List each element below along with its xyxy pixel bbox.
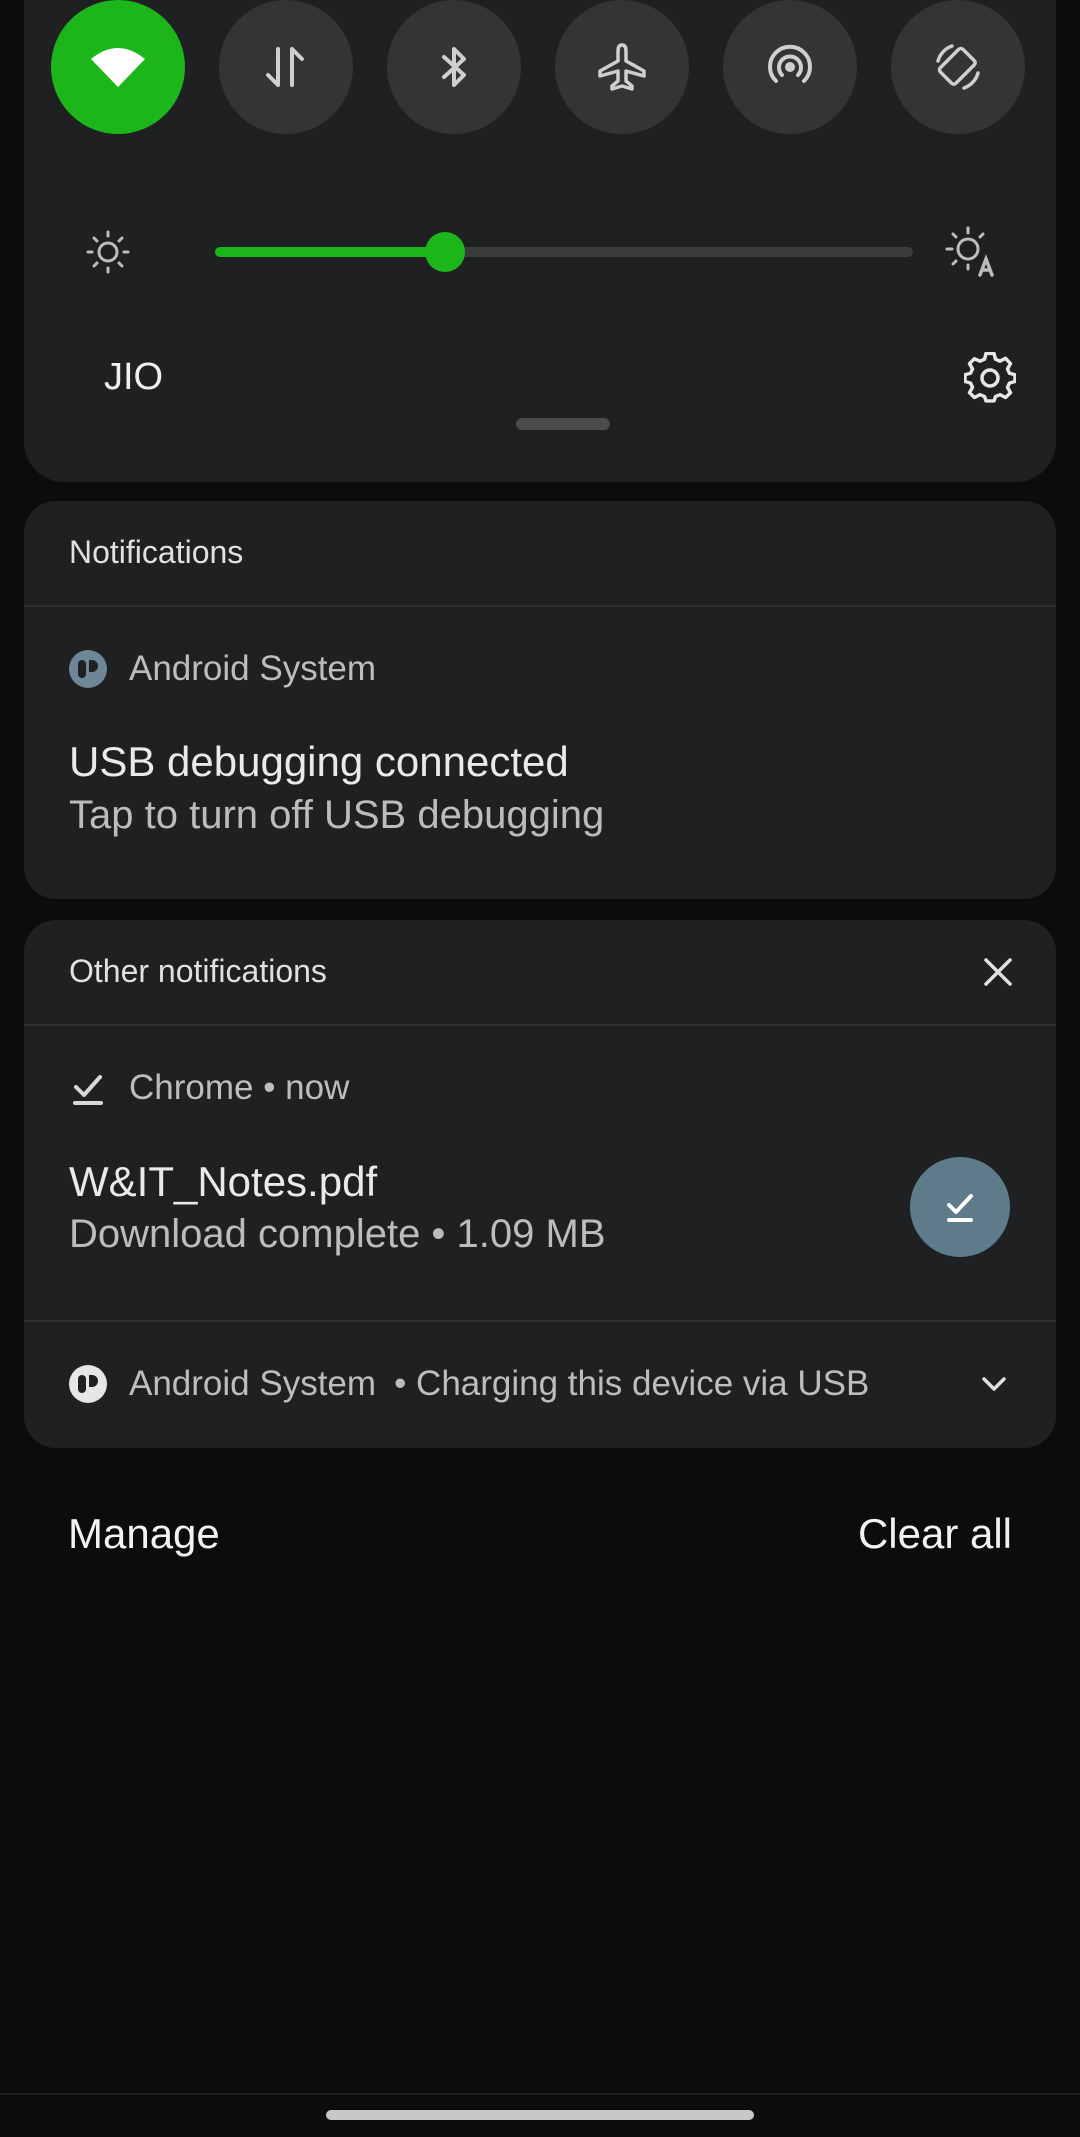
drag-handle[interactable] <box>516 418 610 430</box>
gesture-nav-bar[interactable] <box>326 2110 754 2120</box>
manage-button[interactable]: Manage <box>68 1510 220 1558</box>
download-action-button[interactable] <box>910 1157 1010 1257</box>
nav-divider <box>0 2093 1080 2095</box>
charging-text: • Charging this device via USB <box>394 1364 870 1403</box>
airplane-mode-tile[interactable] <box>555 0 689 134</box>
other-notifications-header: Other notifications <box>24 920 1056 1026</box>
bluetooth-tile[interactable] <box>387 0 521 134</box>
brightness-slider[interactable] <box>215 232 913 272</box>
wifi-tile[interactable] <box>51 0 185 134</box>
clear-all-button[interactable]: Clear all <box>858 1510 1012 1558</box>
notification-subtitle: Tap to turn off USB debugging <box>69 793 605 837</box>
charging-app-name: Android System <box>129 1364 377 1403</box>
brightness-low-icon <box>86 230 130 274</box>
quick-settings-panel: JIO <box>24 0 1056 482</box>
carrier-name: JIO <box>104 356 164 398</box>
hotspot-icon <box>768 44 812 83</box>
close-icon[interactable] <box>980 954 1016 990</box>
brightness-row <box>24 215 1056 285</box>
auto-rotate-icon <box>936 44 980 90</box>
mobile-data-icon <box>266 47 304 87</box>
notifications-header-title: Notifications <box>69 534 244 570</box>
auto-brightness-icon[interactable] <box>944 225 998 279</box>
notification-title: USB debugging connected <box>69 738 569 785</box>
hotspot-tile[interactable] <box>723 0 857 134</box>
android-system-icon <box>69 1365 107 1403</box>
other-notifications-card: Other notifications Chrome • now W&IT_No… <box>24 920 1056 1448</box>
notifications-header: Notifications <box>24 501 1056 607</box>
download-done-icon <box>73 1075 103 1105</box>
auto-rotate-tile[interactable] <box>891 0 1025 134</box>
brightness-slider-thumb[interactable] <box>425 232 465 272</box>
divider <box>24 1320 1056 1322</box>
other-notifications-title: Other notifications <box>69 953 327 989</box>
charging-app-row: Android System • Charging this device vi… <box>69 1364 869 1404</box>
brightness-slider-fill <box>215 247 445 257</box>
bluetooth-icon <box>442 47 466 87</box>
settings-gear-icon[interactable] <box>964 352 1016 404</box>
app-row: Android System <box>69 649 376 689</box>
android-system-icon <box>69 650 107 688</box>
download-status: Download complete • 1.09 MB <box>69 1212 606 1256</box>
chevron-down-icon[interactable] <box>976 1366 1012 1402</box>
chrome-app-line: Chrome • now <box>129 1068 350 1107</box>
app-name: Android System <box>129 649 377 688</box>
mobile-data-tile[interactable] <box>219 0 353 134</box>
download-file-name: W&IT_Notes.pdf <box>69 1158 378 1205</box>
airplane-icon <box>598 43 646 91</box>
chrome-app-row: Chrome • now <box>69 1068 349 1108</box>
notifications-card: Notifications Android System USB debuggi… <box>24 501 1056 899</box>
download-done-icon <box>947 1194 973 1222</box>
wifi-icon <box>91 48 145 87</box>
